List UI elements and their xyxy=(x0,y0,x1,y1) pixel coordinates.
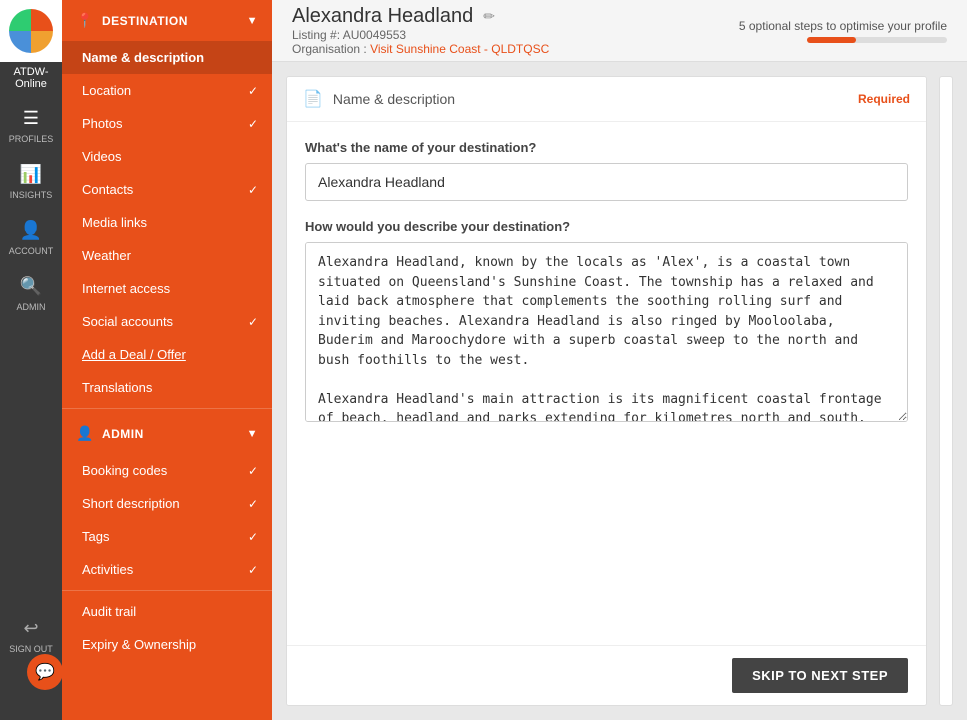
sidebar-item-contacts[interactable]: Contacts ✓ xyxy=(62,173,272,206)
signout-icon: ↩ xyxy=(23,618,38,639)
form-footer: SKIP TO NEXT STEP xyxy=(287,645,926,705)
optimise-section: 5 optional steps to optimise your profil… xyxy=(739,19,947,43)
destination-section-header[interactable]: 📍 DESTINATION ▼ xyxy=(62,0,272,41)
location-check-icon: ✓ xyxy=(248,84,258,98)
icon-bar: ATDW-Online ☰ PROFILES 📊 INSIGHTS 👤 ACCO… xyxy=(0,0,62,720)
account-icon: 👤 xyxy=(20,220,42,241)
sidebar-item-media-links[interactable]: Media links xyxy=(62,206,272,239)
admin-icon: 🔍 xyxy=(20,276,42,297)
nav-profiles[interactable]: ☰ PROFILES xyxy=(0,98,62,154)
sidebar-item-tags[interactable]: Tags ✓ xyxy=(62,520,272,553)
top-bar: Alexandra Headland ✏ Listing #: AU004955… xyxy=(272,0,967,62)
booking-check-icon: ✓ xyxy=(248,464,258,478)
content-area: 📄 Name & description Required What's the… xyxy=(272,62,967,720)
logo-area xyxy=(0,0,62,62)
optimise-text: 5 optional steps to optimise your profil… xyxy=(739,19,947,33)
sidebar-item-expiry-ownership[interactable]: Expiry & Ownership xyxy=(62,628,272,661)
organisation-link[interactable]: Visit Sunshine Coast - QLDTQSC xyxy=(370,42,549,56)
contacts-check-icon: ✓ xyxy=(248,183,258,197)
page-title: Alexandra Headland xyxy=(292,5,473,28)
admin-section-header[interactable]: 👤 ADMIN ▼ xyxy=(62,413,272,454)
admin-section-icon: 👤 xyxy=(76,425,94,442)
question1-label: What's the name of your destination? xyxy=(305,140,908,155)
atdw-logo xyxy=(9,9,53,53)
sidebar-item-videos[interactable]: Videos xyxy=(62,140,272,173)
sidebar-item-audit-trail[interactable]: Audit trail xyxy=(62,595,272,628)
destination-name-input[interactable] xyxy=(305,163,908,201)
form-panel-header: 📄 Name & description Required xyxy=(287,77,926,122)
sidebar: 📍 DESTINATION ▼ Name & description Locat… xyxy=(62,0,272,720)
destination-icon: 📍 xyxy=(76,12,94,29)
sidebar-item-location[interactable]: Location ✓ xyxy=(62,74,272,107)
photos-check-icon: ✓ xyxy=(248,117,258,131)
sidebar-item-internet-access[interactable]: Internet access xyxy=(62,272,272,305)
form-panel: 📄 Name & description Required What's the… xyxy=(286,76,927,706)
sidebar-item-name-description[interactable]: Name & description xyxy=(62,41,272,74)
admin-chevron-icon: ▼ xyxy=(247,428,258,440)
description-textarea[interactable]: Alexandra Headland, known by the locals … xyxy=(305,242,908,422)
edit-title-icon[interactable]: ✏ xyxy=(483,8,495,25)
required-badge: Required xyxy=(858,92,910,106)
sidebar-item-weather[interactable]: Weather xyxy=(62,239,272,272)
progress-bar-fill xyxy=(807,37,856,43)
sidebar-item-short-description[interactable]: Short description ✓ xyxy=(62,487,272,520)
chat-bubble-button[interactable]: 💬 xyxy=(27,654,63,690)
question2-label: How would you describe your destination? xyxy=(305,219,908,234)
nav-account[interactable]: 👤 ACCOUNT xyxy=(0,210,62,266)
destination-chevron-icon: ▼ xyxy=(247,15,258,27)
sidebar-divider xyxy=(62,408,272,409)
sidebar-item-booking-codes[interactable]: Booking codes ✓ xyxy=(62,454,272,487)
right-panel xyxy=(939,76,953,706)
activities-check-icon: ✓ xyxy=(248,563,258,577)
doc-icon: 📄 xyxy=(303,89,323,109)
tags-check-icon: ✓ xyxy=(248,530,258,544)
progress-bar-container xyxy=(807,37,947,43)
insights-icon: 📊 xyxy=(20,164,42,185)
sidebar-item-social-accounts[interactable]: Social accounts ✓ xyxy=(62,305,272,338)
form-body: What's the name of your destination? How… xyxy=(287,122,926,645)
nav-insights[interactable]: 📊 INSIGHTS xyxy=(0,154,62,210)
nav-admin[interactable]: 🔍 ADMIN xyxy=(0,266,62,322)
skip-to-next-step-button[interactable]: SKIP TO NEXT STEP xyxy=(732,658,908,693)
social-check-icon: ✓ xyxy=(248,315,258,329)
sidebar-divider-2 xyxy=(62,590,272,591)
short-desc-check-icon: ✓ xyxy=(248,497,258,511)
sidebar-item-activities[interactable]: Activities ✓ xyxy=(62,553,272,586)
organisation-info: Organisation : Visit Sunshine Coast - QL… xyxy=(292,42,549,56)
sidebar-item-translations[interactable]: Translations xyxy=(62,371,272,404)
app-title: ATDW-Online xyxy=(0,62,62,98)
sidebar-item-photos[interactable]: Photos ✓ xyxy=(62,107,272,140)
listing-number: Listing #: AU0049553 xyxy=(292,28,549,42)
add-deal-offer-link[interactable]: Add a Deal / Offer xyxy=(62,338,272,371)
panel-title: Name & description xyxy=(333,91,455,107)
profiles-icon: ☰ xyxy=(23,108,39,129)
main-content: Alexandra Headland ✏ Listing #: AU004955… xyxy=(272,0,967,720)
